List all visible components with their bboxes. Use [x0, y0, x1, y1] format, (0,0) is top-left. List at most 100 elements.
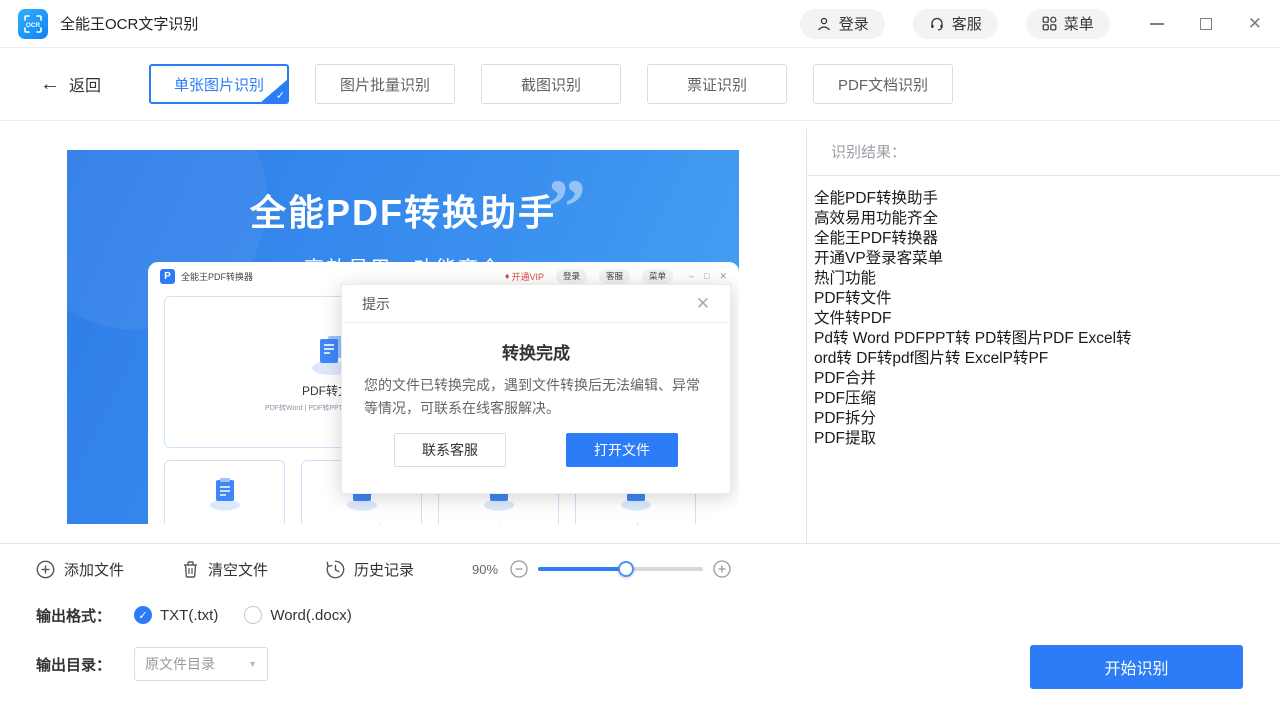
- tab-screenshot-ocr[interactable]: 截图识别: [481, 64, 621, 104]
- login-button[interactable]: 登录: [800, 9, 885, 39]
- card-title: PDF合并: [203, 521, 247, 524]
- recognition-result-panel: 识别结果： 全能PDF转换助手 高效易用功能齐全 全能王PDF转换器 开通VP登…: [806, 129, 1280, 543]
- dialog-close-icon[interactable]: ✕: [696, 294, 710, 314]
- output-dir-select[interactable]: 原文件目录 ▼: [134, 647, 268, 681]
- result-line: Pd转 Word PDFPPT转 PD转图片PDF Excel转: [814, 329, 1270, 349]
- svg-text:OCR: OCR: [26, 21, 41, 28]
- result-line: 文件转PDF: [814, 309, 1270, 329]
- back-button[interactable]: ← 返回: [40, 72, 101, 96]
- app-title: 全能王OCR文字识别: [60, 13, 198, 34]
- result-line: 热门功能: [814, 269, 1270, 289]
- add-file-button[interactable]: 添加文件: [36, 559, 124, 580]
- check-icon: ✓: [138, 609, 147, 622]
- app-logo-ocr-icon: OCR: [18, 9, 48, 39]
- headset-icon: [929, 16, 945, 32]
- output-dir-value: 原文件目录: [145, 654, 215, 674]
- output-format-row: 输出格式： ✓ TXT(.txt) Word(.docx): [0, 594, 1280, 636]
- zoom-slider[interactable]: [538, 567, 703, 571]
- tab-bar: ← 返回 单张图片识别 ✓ 图片批量识别 截图识别 票证识别 PDF文档识别: [0, 48, 1280, 121]
- minimize-icon: –: [689, 271, 694, 281]
- add-circle-icon: [36, 560, 55, 579]
- zoom-control: 90%: [472, 560, 731, 578]
- clear-files-label: 清空文件: [208, 559, 268, 580]
- minimize-icon[interactable]: [1150, 23, 1164, 25]
- open-file-button[interactable]: 打开文件: [566, 433, 678, 467]
- start-recognition-button[interactable]: 开始识别: [1030, 645, 1243, 689]
- result-text[interactable]: 全能PDF转换助手 高效易用功能齐全 全能王PDF转换器 开通VP登录客菜单 热…: [807, 176, 1280, 449]
- dialog-title: 提示: [362, 294, 390, 314]
- history-clock-icon: [326, 560, 345, 579]
- back-label: 返回: [69, 72, 101, 96]
- maximize-icon: □: [704, 271, 709, 281]
- bottom-panel: 添加文件 清空文件 历史记录 90%: [0, 544, 1280, 718]
- menu-label: 菜单: [1064, 13, 1094, 34]
- output-format-label: 输出格式：: [36, 605, 134, 626]
- contact-service-button[interactable]: 联系客服: [394, 433, 506, 467]
- customer-service-button[interactable]: 客服: [913, 9, 998, 39]
- output-dir-label: 输出目录：: [36, 654, 134, 675]
- zoom-slider-thumb[interactable]: [618, 561, 634, 577]
- conversion-complete-dialog: 提示 ✕ 转换完成 您的文件已转换完成，遇到文件转换后无法编辑、异常等情况，可联…: [341, 284, 731, 494]
- customer-service-label: 客服: [952, 13, 982, 34]
- login-label: 登录: [839, 13, 869, 34]
- pdf-merge-icon: [205, 477, 245, 511]
- source-image-preview: 全能PDF转换助手 ” 高效易用 功能齐全 P 全能王PDF转换器 ♦ 开通VI…: [67, 150, 739, 524]
- chevron-down-icon: ▼: [248, 659, 257, 669]
- clear-files-button[interactable]: 清空文件: [182, 559, 268, 580]
- card-title: PDF拆分: [477, 521, 521, 524]
- dialog-body-text: 您的文件已转换完成，遇到文件转换后无法编辑、异常等情况，可联系在线客服解决。: [342, 374, 730, 420]
- pdf-merge-card: PDF合并: [164, 460, 285, 524]
- format-option-word[interactable]: Word(.docx): [270, 607, 351, 624]
- menu-button[interactable]: 菜单: [1026, 9, 1110, 39]
- vip-badge: ♦ 开通VIP: [505, 270, 544, 283]
- add-file-label: 添加文件: [64, 559, 124, 580]
- dialog-heading: 转换完成: [342, 339, 730, 364]
- zoom-out-icon[interactable]: [510, 560, 528, 578]
- tab-pdf-ocr[interactable]: PDF文档识别: [813, 64, 953, 104]
- user-icon: [816, 16, 832, 32]
- tab-label: 单张图片识别: [174, 74, 264, 95]
- maximize-icon[interactable]: [1200, 18, 1212, 30]
- card-title: PDF提取: [614, 521, 658, 524]
- result-line: 全能PDF转换助手: [814, 189, 1270, 209]
- result-line: 开通VP登录客菜单: [814, 249, 1270, 269]
- close-icon[interactable]: ✕: [1248, 15, 1262, 32]
- result-line: PDF合并: [814, 369, 1270, 389]
- vip-label: 开通VIP: [511, 270, 544, 283]
- radio-word-unchecked[interactable]: [244, 606, 262, 624]
- tab-batch-image-ocr[interactable]: 图片批量识别: [315, 64, 455, 104]
- quote-icon: ”: [547, 168, 586, 246]
- trash-icon: [182, 560, 199, 579]
- close-icon: ✕: [719, 271, 727, 282]
- result-line: PDF提取: [814, 429, 1270, 449]
- pdf-app-menu: 菜单: [642, 269, 673, 284]
- file-toolbar: 添加文件 清空文件 历史记录 90%: [0, 544, 1280, 594]
- zoom-value: 90%: [472, 562, 498, 577]
- tab-ticket-ocr[interactable]: 票证识别: [647, 64, 787, 104]
- zoom-in-icon[interactable]: [713, 560, 731, 578]
- banner-title: 全能PDF转换助手: [67, 150, 739, 236]
- pdf-app-title: 全能王PDF转换器: [181, 270, 253, 283]
- window-controls: ✕: [1150, 15, 1262, 32]
- history-label: 历史记录: [354, 559, 414, 580]
- radio-txt-checked[interactable]: ✓: [134, 606, 152, 624]
- pdf-app-logo-icon: P: [160, 269, 175, 284]
- check-icon: ✓: [276, 91, 285, 102]
- tab-label: PDF文档识别: [838, 74, 928, 95]
- tab-single-image-ocr[interactable]: 单张图片识别 ✓: [149, 64, 289, 104]
- title-bar: OCR 全能王OCR文字识别 登录 客服 菜单 ✕: [0, 0, 1280, 48]
- result-line: PDF压缩: [814, 389, 1270, 409]
- menu-grid-icon: [1042, 16, 1057, 31]
- result-line: ord转 DF转pdf图片转 ExcelP转PF: [814, 349, 1270, 369]
- diamond-icon: ♦: [505, 271, 510, 281]
- pdf-app-login: 登录: [556, 269, 587, 284]
- history-button[interactable]: 历史记录: [326, 559, 414, 580]
- back-arrow-icon: ←: [40, 74, 60, 94]
- result-line: PDF转文件: [814, 289, 1270, 309]
- card-title: PDF压缩: [340, 521, 384, 524]
- format-option-txt[interactable]: TXT(.txt): [160, 607, 218, 624]
- pdf-app-window-controls: – □ ✕: [689, 271, 727, 282]
- result-line: PDF拆分: [814, 409, 1270, 429]
- tab-label: 票证识别: [687, 74, 747, 95]
- main-area: 全能PDF转换助手 ” 高效易用 功能齐全 P 全能王PDF转换器 ♦ 开通VI…: [0, 121, 1280, 544]
